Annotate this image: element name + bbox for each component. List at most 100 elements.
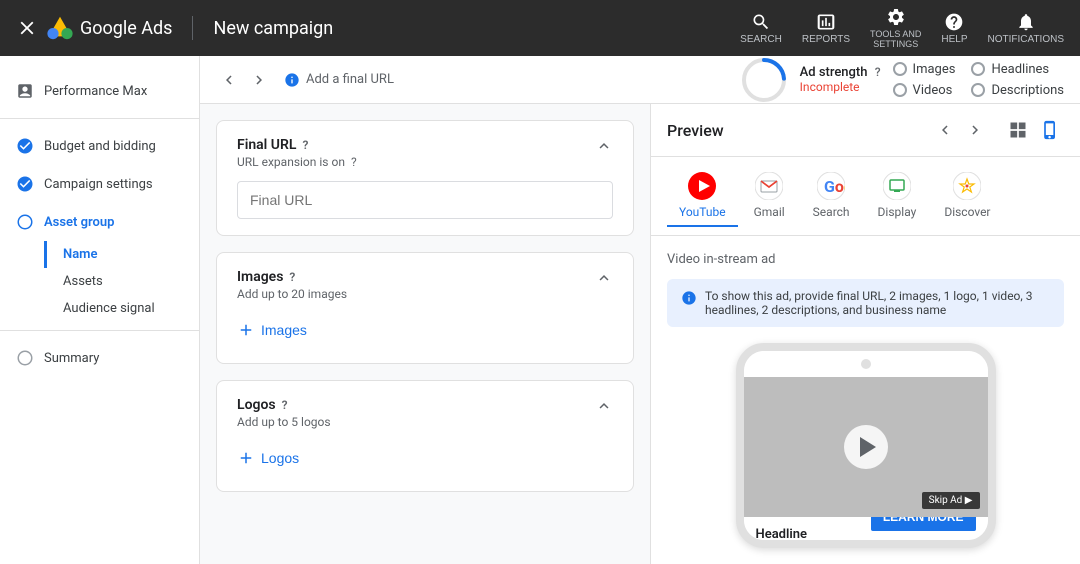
final-url-help-icon[interactable]: ? <box>302 138 308 152</box>
tab-discover-label: Discover <box>944 205 990 219</box>
phone-mockup: Skip Ad ▶ Headline www.example.com LEAR <box>736 343 996 548</box>
add-logos-button[interactable]: Logos <box>237 441 299 475</box>
tab-search[interactable]: Google Search <box>801 165 862 227</box>
tab-display[interactable]: Display <box>866 165 929 227</box>
help-icon-inline[interactable]: ? <box>875 65 881 79</box>
logos-title-group: Logos ? Add up to 5 logos <box>237 397 331 429</box>
sidebar-item-label: Performance Max <box>44 84 147 99</box>
preview-panel: Preview <box>650 104 1080 564</box>
asset-descriptions: Descriptions <box>971 83 1064 98</box>
descriptions-circle <box>971 83 985 97</box>
tools-label: TOOLS ANDSETTINGS <box>870 29 921 49</box>
phone-ad-headline: Headline <box>756 527 849 542</box>
preview-content: Video in-stream ad To show this ad, prov… <box>651 236 1080 564</box>
tab-youtube-label: YouTube <box>679 205 726 219</box>
tab-display-label: Display <box>878 205 917 219</box>
sidebar-divider <box>0 118 199 119</box>
final-url-title: Final URL ? <box>237 137 357 153</box>
tab-search-label: Search <box>813 205 850 219</box>
preview-header: Preview <box>651 104 1080 157</box>
phone-ad-content: Headline www.example.com LEARN MORE <box>744 517 988 548</box>
breadcrumb-nav <box>216 67 272 93</box>
sidebar-item-summary[interactable]: Summary <box>0 339 199 377</box>
images-circle <box>893 62 907 76</box>
main-layout: Performance Max Budget and bidding Campa… <box>0 56 1080 564</box>
preview-title: Preview <box>667 121 924 140</box>
preview-view-toggle <box>1004 116 1064 144</box>
sidebar-sub-item-audience-signal[interactable]: Audience signal <box>44 295 199 322</box>
sidebar-item-asset-group[interactable]: Asset group <box>0 203 199 241</box>
asset-videos: Videos <box>893 83 956 98</box>
url-expansion-help-icon[interactable]: ? <box>351 155 357 169</box>
logos-subtitle: Add up to 5 logos <box>237 415 331 429</box>
tab-gmail[interactable]: Gmail <box>742 165 797 227</box>
preview-next-button[interactable] <box>962 117 988 143</box>
form-panel: Final URL ? URL expansion is on ? <box>200 104 650 564</box>
skip-ad-button[interactable]: Skip Ad ▶ <box>922 492 980 509</box>
sidebar-item-campaign-settings[interactable]: Campaign settings <box>0 165 199 203</box>
logos-help-icon[interactable]: ? <box>282 398 288 412</box>
sidebar-sub-items: Name Assets Audience signal <box>0 241 199 322</box>
add-images-button[interactable]: Images <box>237 313 307 347</box>
youtube-icon <box>687 171 717 201</box>
next-button[interactable] <box>246 67 272 93</box>
sidebar-item-budget[interactable]: Budget and bidding <box>0 127 199 165</box>
tools-button[interactable]: TOOLS ANDSETTINGS <box>870 7 921 49</box>
final-url-header: Final URL ? URL expansion is on ? <box>237 137 613 169</box>
content-area: Add a final URL Ad strength ? Incomplete <box>200 56 1080 564</box>
sidebar-item-performance-max[interactable]: Performance Max <box>0 72 199 110</box>
final-url-input[interactable] <box>237 181 613 219</box>
reports-button[interactable]: REPORTS <box>802 12 850 45</box>
two-panel: Final URL ? URL expansion is on ? <box>200 104 1080 564</box>
images-title: Images ? <box>237 269 347 285</box>
preview-nav <box>932 117 988 143</box>
tab-youtube[interactable]: YouTube <box>667 165 738 227</box>
breadcrumb-info: Add a final URL <box>284 72 394 88</box>
divider <box>192 16 193 40</box>
reports-label: REPORTS <box>802 34 850 45</box>
prev-button[interactable] <box>216 67 242 93</box>
mobile-view-button[interactable] <box>1036 116 1064 144</box>
search-label: SEARCH <box>740 34 782 45</box>
sidebar: Performance Max Budget and bidding Campa… <box>0 56 200 564</box>
notifications-button[interactable]: NOTIFICATIONS <box>988 12 1064 45</box>
sidebar-sub-item-assets[interactable]: Assets <box>44 268 199 295</box>
logos-toggle[interactable] <box>595 397 613 418</box>
asset-headlines: Headlines <box>971 62 1064 77</box>
phone-ad-url: www.example.com <box>756 542 849 548</box>
info-banner-text: To show this ad, provide final URL, 2 im… <box>705 289 1050 317</box>
tab-discover[interactable]: Discover <box>932 165 1002 227</box>
ad-assets: Images Videos Headlines Descriptions <box>893 62 1064 98</box>
ad-format-label: Video in-stream ad <box>667 252 775 267</box>
play-button[interactable] <box>844 425 888 469</box>
breadcrumb-text: Add a final URL <box>306 72 394 87</box>
sidebar-divider-2 <box>0 330 199 331</box>
notifications-label: NOTIFICATIONS <box>988 34 1064 45</box>
final-url-toggle[interactable] <box>595 137 613 158</box>
help-label: HELP <box>941 34 967 45</box>
images-help-icon[interactable]: ? <box>289 270 295 284</box>
ad-strength-circle <box>740 56 788 104</box>
svg-text:Google: Google <box>824 177 845 196</box>
info-banner: To show this ad, provide final URL, 2 im… <box>667 279 1064 327</box>
grid-view-button[interactable] <box>1004 116 1032 144</box>
tab-gmail-label: Gmail <box>754 205 785 219</box>
close-button[interactable] <box>16 17 38 39</box>
images-header: Images ? Add up to 20 images <box>237 269 613 301</box>
images-toggle[interactable] <box>595 269 613 290</box>
ad-strength-label: Ad strength ? <box>800 65 881 80</box>
final-url-title-group: Final URL ? URL expansion is on ? <box>237 137 357 169</box>
logo: Google Ads <box>46 14 172 42</box>
sidebar-sub-item-name[interactable]: Name <box>44 241 199 268</box>
help-button[interactable]: HELP <box>941 12 967 45</box>
logos-header: Logos ? Add up to 5 logos <box>237 397 613 429</box>
phone-dot <box>861 359 871 369</box>
topbar: Google Ads New campaign SEARCH REPORTS T… <box>0 0 1080 56</box>
breadcrumb-bar: Add a final URL Ad strength ? Incomplete <box>200 56 1080 104</box>
search-button[interactable]: SEARCH <box>740 12 782 45</box>
videos-circle <box>893 83 907 97</box>
search-channel-icon: Google <box>816 171 846 201</box>
preview-prev-button[interactable] <box>932 117 958 143</box>
asset-images-label: Images <box>913 62 956 77</box>
phone-video: Skip Ad ▶ <box>744 377 988 517</box>
